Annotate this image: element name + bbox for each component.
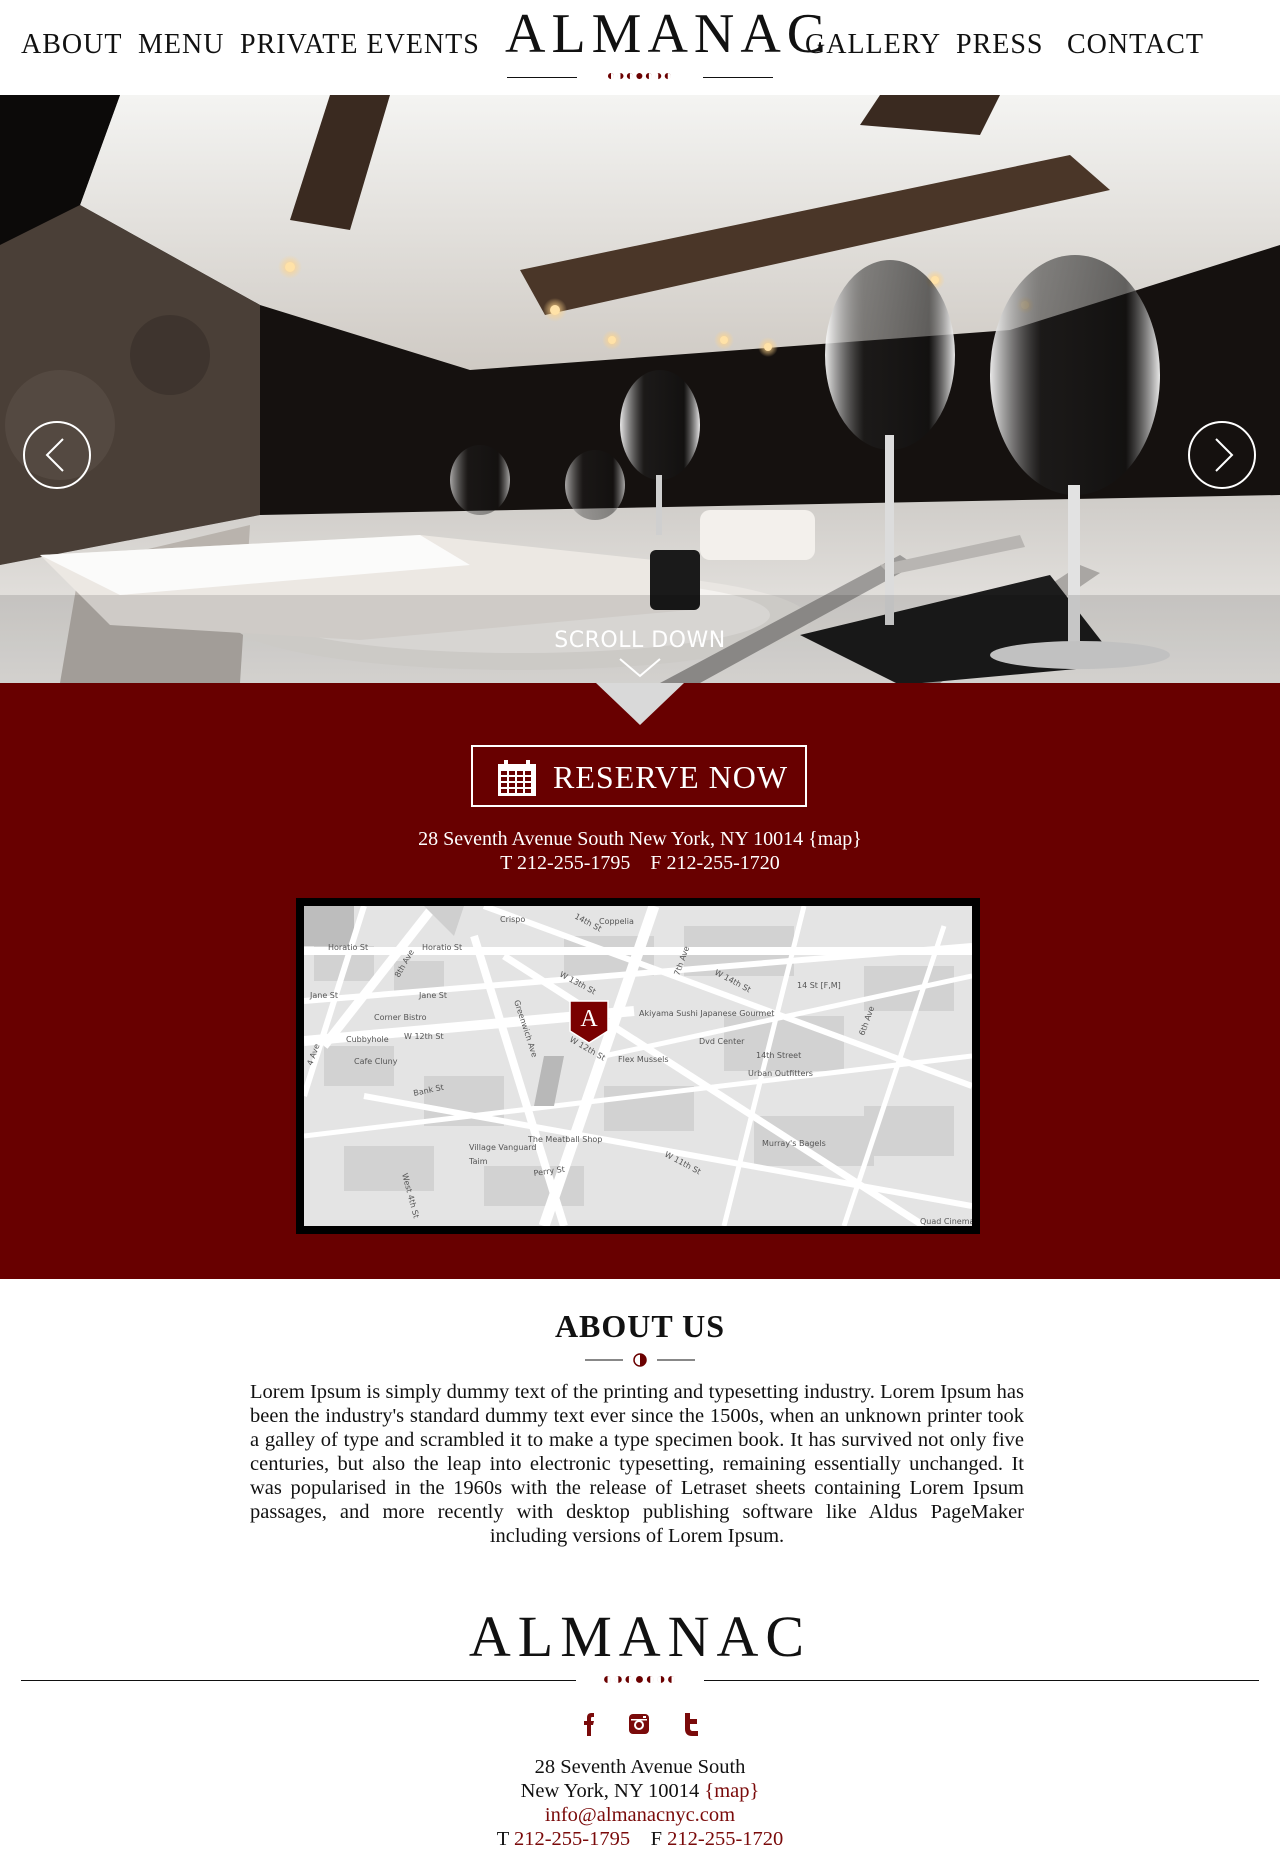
footer-phone-prefix: T: [496, 1828, 509, 1850]
svg-text:Flex Mussels: Flex Mussels: [618, 1055, 669, 1064]
footer-fax-prefix: F: [650, 1828, 663, 1850]
footer-moon-phases-icon: ◐◑◐●◐◑◐: [602, 1671, 678, 1688]
band-fax-prefix: F: [650, 852, 662, 874]
footer-email-link[interactable]: info@almanacnyc.com: [545, 1804, 735, 1826]
svg-text:Murray's Bagels: Murray's Bagels: [762, 1139, 826, 1148]
nav-about[interactable]: ABOUT: [21, 28, 122, 62]
svg-text:The Meatball Shop: The Meatball Shop: [527, 1135, 602, 1144]
band-fax: 212-255-1720: [666, 852, 780, 874]
about-body: Lorem Ipsum is simply dummy text of the …: [250, 1381, 1024, 1547]
slider-prev-button[interactable]: [23, 421, 91, 489]
band-address: 28 Seventh Avenue South New York, NY 100…: [418, 828, 804, 850]
band-phone-prefix: T: [500, 852, 513, 874]
site-header: ABOUT MENU PRIVATE EVENTS ALMANAC ◐◑◐●◐◑…: [0, 0, 1280, 95]
logo-wordmark: ALMANAC: [505, 3, 831, 65]
twitter-icon: [685, 1713, 698, 1736]
logo-moon-row: ◐◑◐●◐◑◐: [505, 66, 775, 88]
footer-address-line2: New York, NY 10014: [520, 1780, 700, 1802]
instagram-link[interactable]: [625, 1710, 653, 1738]
chevron-down-icon: [619, 658, 661, 678]
footer-rule-right: [704, 1680, 1259, 1681]
logo-rule-right: [703, 77, 773, 78]
facebook-icon: [584, 1713, 594, 1736]
hero-slider: [0, 95, 1280, 683]
svg-text:Quad Cinema: Quad Cinema: [920, 1217, 972, 1226]
scroll-down-label: SCROLL DOWN: [554, 628, 726, 653]
footer-logo[interactable]: ALMANAC: [0, 1605, 1280, 1669]
footer-map-link[interactable]: {map}: [704, 1780, 759, 1802]
svg-text:A: A: [580, 1006, 598, 1032]
slider-next-button[interactable]: [1188, 421, 1256, 489]
facebook-link[interactable]: [575, 1710, 603, 1738]
nav-contact[interactable]: CONTACT: [1067, 28, 1204, 62]
nav-gallery[interactable]: GALLERY: [805, 28, 941, 62]
hero-photo: [0, 95, 1280, 683]
nav-menu[interactable]: MENU: [138, 28, 224, 62]
moon-phases-icon: ◐◑◐●◐◑◐: [600, 66, 680, 88]
svg-text:Cubbyhole: Cubbyhole: [346, 1035, 389, 1044]
map-graphic: Horatio St Horatio St 8th Ave Jane St Ja…: [304, 906, 972, 1226]
svg-text:14th Street: 14th Street: [756, 1051, 801, 1060]
footer-rule-left: [21, 1680, 576, 1681]
calendar-icon: [498, 760, 536, 796]
band-map-link[interactable]: {map}: [808, 828, 862, 850]
reserve-now-button[interactable]: RESERVE NOW: [471, 745, 807, 807]
footer-address-line2-row: New York, NY 10014 {map}: [0, 1779, 1280, 1803]
twitter-link[interactable]: [677, 1710, 705, 1738]
svg-text:Horatio St: Horatio St: [328, 943, 368, 952]
map-canvas: Horatio St Horatio St 8th Ave Jane St Ja…: [304, 906, 972, 1226]
band-phone[interactable]: 212-255-1795: [517, 852, 630, 874]
svg-text:Taim: Taim: [468, 1157, 488, 1166]
footer-phone-row: T 212-255-1795 F 212-255-1720: [0, 1827, 1280, 1851]
svg-text:Horatio St: Horatio St: [422, 943, 462, 952]
svg-text:Jane St: Jane St: [309, 991, 338, 1000]
footer-fax: 212-255-1720: [667, 1828, 784, 1850]
about-ornament: [585, 1350, 695, 1370]
svg-text:Dvd Center: Dvd Center: [699, 1037, 745, 1046]
scroll-notch: [596, 683, 684, 725]
footer-phone-link[interactable]: 212-255-1795: [514, 1828, 630, 1850]
svg-text:Urban Outfitters: Urban Outfitters: [748, 1069, 813, 1078]
nav-press[interactable]: PRESS: [956, 28, 1044, 62]
svg-text:Village Vanguard: Village Vanguard: [469, 1143, 537, 1152]
chevron-right-icon: [1215, 438, 1234, 472]
svg-text:W 12th St: W 12th St: [404, 1032, 444, 1041]
site-logo[interactable]: ALMANAC ◐◑◐●◐◑◐: [505, 3, 831, 88]
footer-address-line1: 28 Seventh Avenue South: [534, 1756, 746, 1778]
band-phone-line: T 212-255-1795 F 212-255-1720: [0, 851, 1280, 875]
location-map[interactable]: Horatio St Horatio St 8th Ave Jane St Ja…: [296, 898, 980, 1234]
logo-rule-left: [507, 77, 577, 78]
instagram-icon: [629, 1714, 649, 1734]
svg-text:Coppelia: Coppelia: [599, 917, 634, 926]
about-title: ABOUT US: [554, 1308, 726, 1344]
reserve-now-label: RESERVE NOW: [553, 759, 789, 795]
svg-text:14 St [F,M]: 14 St [F,M]: [797, 981, 841, 990]
band-address-line: 28 Seventh Avenue South New York, NY 100…: [0, 827, 1280, 851]
half-moon-icon: [585, 1353, 695, 1367]
svg-text:Jane St: Jane St: [418, 991, 447, 1000]
nav-private-events[interactable]: PRIVATE EVENTS: [240, 28, 480, 62]
scroll-down-link[interactable]: SCROLL DOWN: [0, 628, 1280, 679]
svg-text:Akiyama Sushi Japanese Gourmet: Akiyama Sushi Japanese Gourmet: [639, 1009, 774, 1018]
svg-text:Crispo: Crispo: [500, 915, 525, 924]
svg-text:Cafe Cluny: Cafe Cluny: [354, 1057, 398, 1066]
svg-text:Corner Bistro: Corner Bistro: [374, 1013, 427, 1022]
footer-email-row: info@almanacnyc.com: [0, 1803, 1280, 1827]
chevron-left-icon: [45, 438, 64, 472]
